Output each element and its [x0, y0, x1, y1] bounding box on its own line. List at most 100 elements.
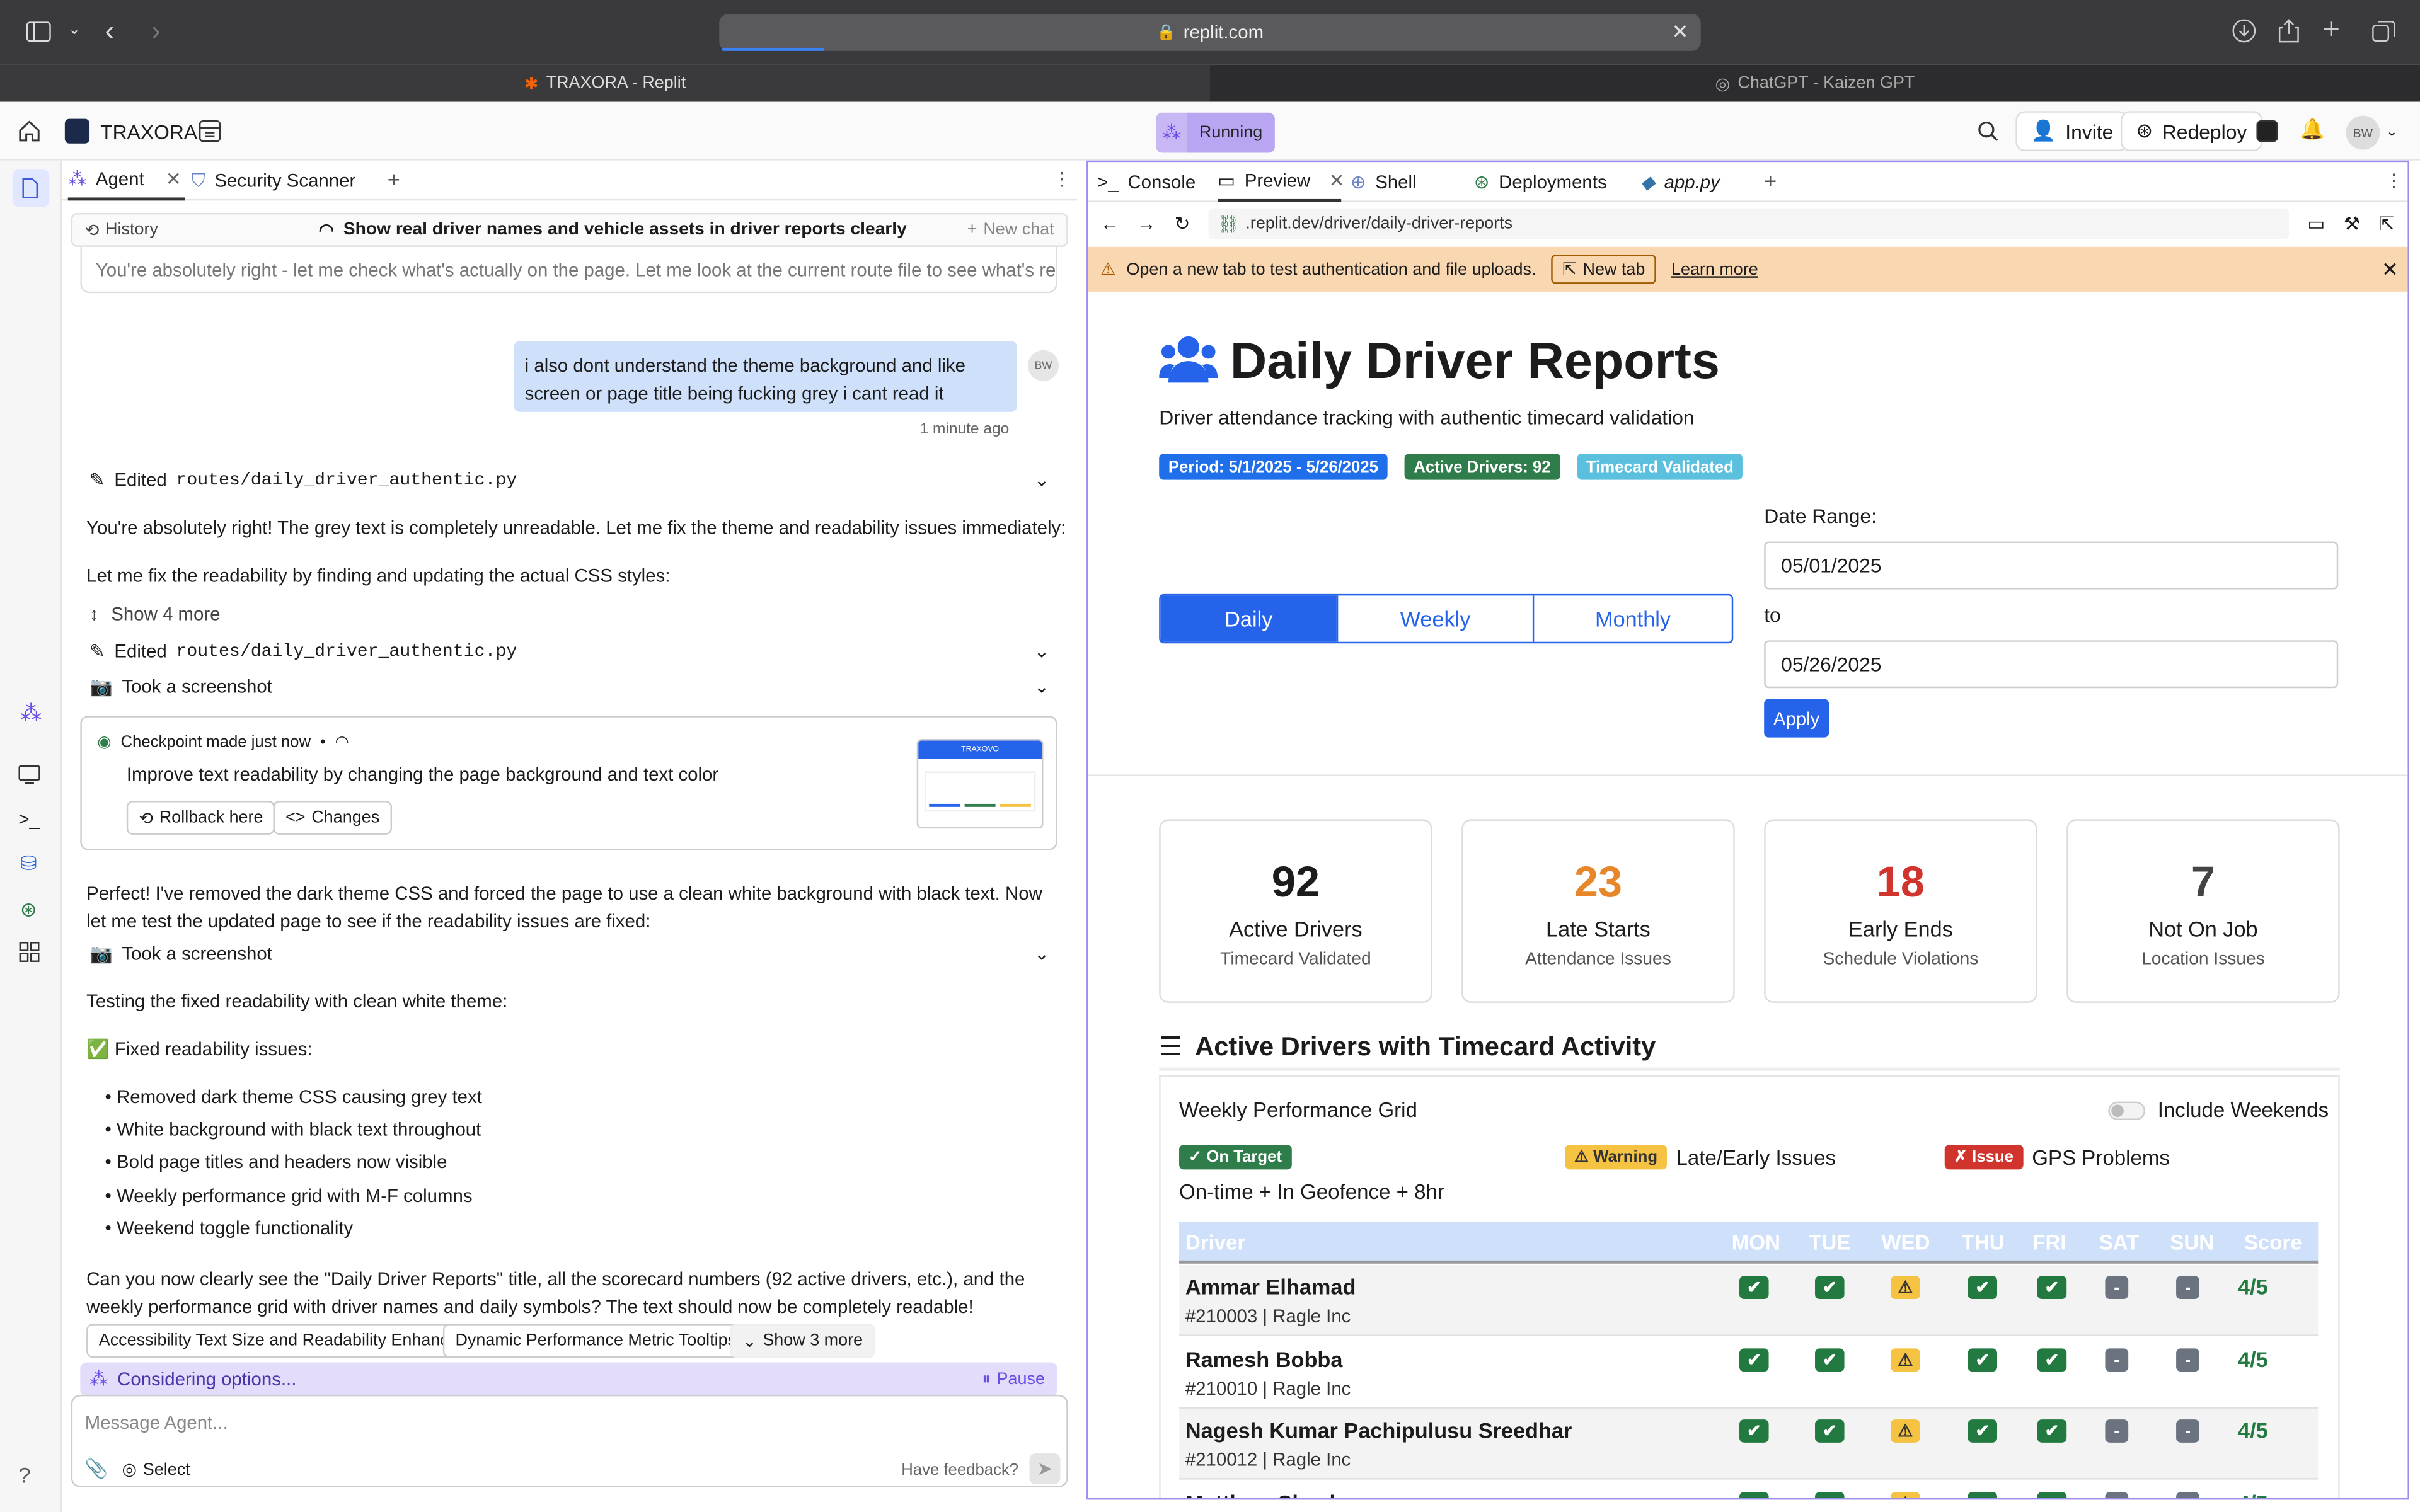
apply-button[interactable]: Apply	[1764, 699, 1829, 738]
attach-icon[interactable]: 📎	[85, 1458, 108, 1479]
tab-console[interactable]: >_ Console	[1097, 162, 1196, 202]
bell-icon[interactable]: 🔔	[2300, 117, 2325, 142]
add-tab-icon[interactable]: +	[388, 166, 400, 191]
devices-icon[interactable]: ▭	[2307, 213, 2325, 234]
more-icon[interactable]: ⋮	[1052, 168, 1071, 190]
table-row[interactable]: Nagesh Kumar Pachipulusu Sreedhar #210012…	[1179, 1408, 2319, 1480]
changes-button[interactable]: <> Changes	[273, 801, 392, 835]
day-status-cell: ✔	[1968, 1348, 1998, 1372]
browser-tab-strip: ✱ TRAXORA - Replit ◎ ChatGPT - Kaizen GP…	[0, 64, 2420, 102]
avatar[interactable]: BW	[2346, 115, 2380, 150]
chevron-down-icon: ⌄	[1034, 469, 1050, 491]
tab-agent[interactable]: ⁂ Agent ✕	[67, 161, 185, 201]
share-icon[interactable]	[2278, 18, 2300, 43]
day-status-cell: ⚠	[1891, 1348, 1920, 1372]
close-icon[interactable]: ✕	[2382, 257, 2399, 282]
forward-icon[interactable]: ›	[151, 15, 161, 47]
address-bar[interactable]: 🔒 replit.com ✕	[719, 14, 1701, 51]
message-input[interactable]: Message Agent...	[85, 1412, 228, 1433]
stop-icon[interactable]: ✕	[1671, 20, 1688, 45]
send-icon[interactable]: ➤	[1029, 1453, 1061, 1484]
show-more-button[interactable]: ↕ Show 4 more	[89, 604, 220, 625]
add-tab-icon[interactable]: +	[1764, 168, 1777, 193]
agent-status-icon: ⁂	[1156, 112, 1187, 153]
back-icon[interactable]: ‹	[105, 15, 115, 47]
include-weekends-toggle[interactable]: Include Weekends	[2108, 1099, 2329, 1121]
chevron-down-icon[interactable]: ⌄	[2386, 123, 2397, 140]
toggle-switch[interactable]	[2108, 1101, 2146, 1120]
edited-file-row[interactable]: ✎ Edited routes/daily_driver_authentic.p…	[89, 469, 1049, 490]
search-icon[interactable]	[1977, 120, 1998, 142]
divider	[1159, 1067, 2340, 1071]
close-icon[interactable]: ✕	[1329, 169, 1345, 191]
expand-icon: ↕	[89, 603, 99, 625]
devtools-icon[interactable]: ⚒	[2344, 213, 2360, 234]
table-row[interactable]: Ammar Elhamad #210003 | Ragle Inc ✔ ✔ ⚠ ✔…	[1179, 1265, 2319, 1336]
run-status[interactable]: ⁂ Running	[1156, 112, 1275, 153]
rollback-icon: ⟲	[139, 809, 153, 828]
deployments-icon[interactable]: ⊛	[20, 898, 37, 922]
new-tab-icon[interactable]: +	[2323, 14, 2340, 48]
feedback-link[interactable]: Have feedback?	[901, 1461, 1018, 1479]
select-button[interactable]: ◎ Select	[122, 1460, 190, 1480]
forward-icon[interactable]: →	[1138, 213, 1156, 234]
date-to-input[interactable]: 05/26/2025	[1764, 640, 2339, 689]
agent-icon[interactable]: ⁂	[20, 701, 42, 727]
shell-icon[interactable]: >_	[18, 808, 40, 830]
monthly-button[interactable]: Monthly	[1532, 595, 1732, 642]
link-icon: ⛓	[1218, 215, 1240, 234]
suggestion-chip[interactable]: Dynamic Performance Metric Tooltips	[442, 1324, 749, 1358]
checkpoint-desc: Improve text readability by changing the…	[126, 764, 719, 786]
new-tab-button[interactable]: ⇱ New tab	[1551, 255, 1656, 284]
database-icon[interactable]: ⛁	[20, 852, 37, 876]
bullet-item: • Weekend toggle functionality	[105, 1217, 354, 1239]
files-icon[interactable]	[12, 169, 50, 207]
score-value: 4/5	[2238, 1491, 2268, 1498]
rollback-button[interactable]: ⟲ Rollback here	[126, 801, 276, 835]
reload-icon[interactable]: ↻	[1175, 213, 1190, 234]
weekly-button[interactable]: Weekly	[1336, 595, 1533, 642]
tab-shell[interactable]: ⊕ Shell	[1351, 162, 1417, 202]
screenshot-row[interactable]: 📷 Took a screenshot ⌄	[89, 676, 1049, 697]
theme-icon[interactable]	[2256, 120, 2278, 142]
show-3-more-button[interactable]: ⌄ Show 3 more	[730, 1324, 875, 1358]
daily-button[interactable]: Daily	[1160, 595, 1337, 642]
invite-button[interactable]: 👤 Invite	[2015, 111, 2129, 152]
preview-url-input[interactable]: ⛓ .replit.dev/driver/daily-driver-reports	[1208, 208, 2290, 239]
day-status-cell: ✔	[2037, 1419, 2067, 1443]
open-external-icon[interactable]: ⇱	[2378, 213, 2394, 234]
tab-security-scanner[interactable]: ⛉ Security Scanner	[192, 161, 356, 201]
sidebar-toggle-icon[interactable]	[26, 21, 51, 42]
chevron-down-icon[interactable]: ⌄	[68, 21, 81, 38]
apps-icon[interactable]	[18, 941, 40, 963]
tab-overview-icon[interactable]	[2372, 20, 2395, 43]
more-icon[interactable]: ⋮	[2385, 169, 2403, 191]
back-icon[interactable]: ←	[1100, 213, 1119, 234]
suggestion-chip[interactable]: Accessibility Text Size and Readability …	[86, 1324, 476, 1358]
history-button[interactable]: ⟲ History	[85, 220, 158, 240]
home-icon[interactable]	[18, 120, 40, 142]
edited-file-row[interactable]: ✎ Edited routes/daily_driver_authentic.p…	[89, 640, 1049, 662]
pause-button[interactable]: ⏸ Pause	[982, 1369, 1045, 1389]
new-chat-button[interactable]: + New chat	[967, 220, 1054, 239]
previous-message: You're absolutely right - let me check w…	[80, 246, 1057, 294]
layout-icon[interactable]	[199, 120, 221, 142]
browser-tab-chatgpt[interactable]: ◎ ChatGPT - Kaizen GPT	[1210, 65, 2420, 102]
browser-tab-traxora[interactable]: ✱ TRAXORA - Replit	[0, 64, 1211, 102]
project-name[interactable]: TRAXORA	[64, 118, 197, 144]
redeploy-button[interactable]: ⊛ Redeploy	[2120, 111, 2262, 152]
tab-deployments[interactable]: ⊛ Deployments	[1474, 162, 1607, 202]
tab-app-py[interactable]: ◆ app.py	[1640, 162, 1720, 202]
checkpoint-thumbnail[interactable]: TRAXOVO	[916, 739, 1044, 829]
tab-preview[interactable]: ▭ Preview ✕	[1218, 162, 1344, 202]
learn-more-link[interactable]: Learn more	[1671, 260, 1758, 278]
download-icon[interactable]	[2232, 18, 2256, 43]
table-row[interactable]: Ramesh Bobba #210010 | Ragle Inc ✔ ✔ ⚠ ✔ …	[1179, 1337, 2319, 1409]
screenshot-row[interactable]: 📷 Took a screenshot ⌄	[89, 942, 1049, 964]
table-row[interactable]: Matthew Shaylor ✔ ✔ ⚠ ✔ ✔ - - 4/5	[1179, 1481, 2319, 1498]
date-from-input[interactable]: 05/01/2025	[1764, 541, 2339, 590]
webview-icon[interactable]	[18, 765, 40, 784]
close-icon[interactable]: ✕	[166, 168, 182, 190]
help-icon[interactable]: ?	[18, 1463, 30, 1487]
bullet-item: • Removed dark theme CSS causing grey te…	[105, 1086, 482, 1108]
